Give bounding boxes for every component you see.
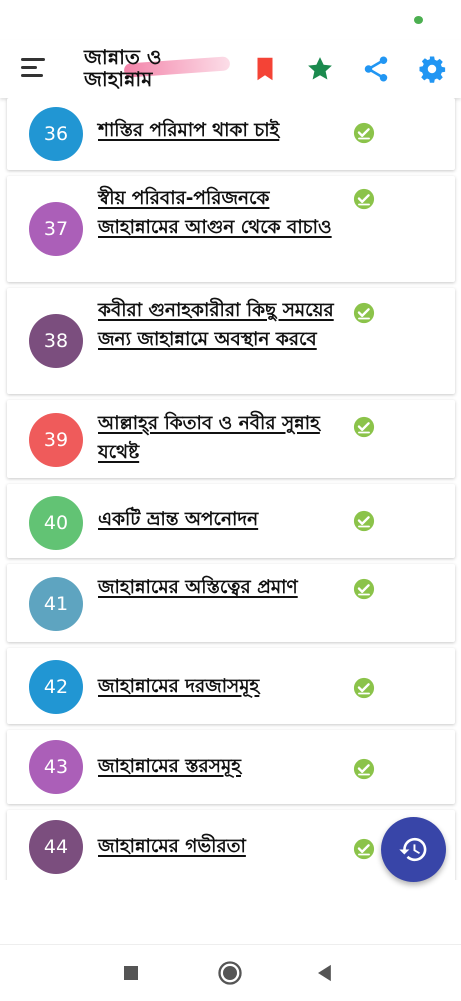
chapter-list-item[interactable]: 42 জাহান্নামের দরজাসমূহ xyxy=(7,648,455,724)
chapter-list-item[interactable]: 41 জাহান্নামের অস্তিত্বের প্রমাণ xyxy=(7,564,455,642)
read-check-icon xyxy=(353,122,375,144)
status-bar xyxy=(0,0,461,40)
chapter-number-badge: 37 xyxy=(29,202,83,256)
read-check-icon xyxy=(353,758,375,780)
home-circle-icon[interactable] xyxy=(216,959,244,987)
read-check-icon xyxy=(353,838,375,860)
chapter-number-badge: 40 xyxy=(29,496,83,550)
recents-square-icon[interactable] xyxy=(117,959,145,987)
chapter-list: 36 শাস্তির পরিমাপ থাকা চাই 37 স্বীয় পরিবার… xyxy=(0,98,461,880)
share-icon[interactable] xyxy=(361,54,391,84)
chapter-title-link[interactable]: একটি ভ্রান্ত অপনোদন xyxy=(98,505,338,534)
read-check-icon xyxy=(353,302,375,324)
history-icon xyxy=(399,837,427,862)
chapter-number-badge: 39 xyxy=(29,413,83,467)
notification-dot-icon xyxy=(414,16,423,24)
app-logo: জান্নাত ও জাহান্নাম xyxy=(84,44,234,94)
chapter-number-badge: 41 xyxy=(29,577,83,631)
app-title-line1: জান্নাত ও xyxy=(84,45,162,69)
read-check-icon xyxy=(353,578,375,600)
back-triangle-icon[interactable] xyxy=(311,959,339,987)
chapter-number-badge: 43 xyxy=(29,740,83,794)
chapter-list-item[interactable]: 37 স্বীয় পরিবার-পরিজনকে জাহান্নামের আগুন… xyxy=(7,176,455,282)
chapter-list-item[interactable]: 40 একটি ভ্রান্ত অপনোদন xyxy=(7,484,455,558)
settings-gear-icon[interactable] xyxy=(417,54,447,84)
chapter-number-badge: 38 xyxy=(29,314,83,368)
read-check-icon xyxy=(353,677,375,699)
chapter-list-item[interactable]: 38 কবীরা গুনাহকারীরা কিছু সময়ের জন্য জাহ… xyxy=(7,288,455,394)
chapter-title-link[interactable]: শাস্তির পরিমাপ থাকা চাই xyxy=(98,116,338,145)
bookmark-icon[interactable] xyxy=(250,54,280,84)
app-bar: জান্নাত ও জাহান্নাম xyxy=(0,40,461,98)
menu-icon[interactable] xyxy=(18,54,48,82)
chapter-list-item[interactable]: 39 আল্লাহ্‌র কিতাব ও নবীর সুন্নাহ যথেষ্ট xyxy=(7,400,455,478)
chapter-title-link[interactable]: কবীরা গুনাহকারীরা কিছু সময়ের জন্য জাহান… xyxy=(98,296,338,354)
chapter-number-badge: 42 xyxy=(29,660,83,714)
chapter-title-link[interactable]: জাহান্নামের দরজাসমূহ xyxy=(98,672,338,701)
read-check-icon xyxy=(353,510,375,532)
star-icon[interactable] xyxy=(305,54,335,84)
chapter-title-link[interactable]: জাহান্নামের গভীরতা xyxy=(98,832,338,861)
history-fab[interactable] xyxy=(381,817,446,882)
read-check-icon xyxy=(353,416,375,438)
chapter-list-item[interactable]: 43 জাহান্নামের স্তরসমূহ xyxy=(7,730,455,804)
chapter-title-link[interactable]: জাহান্নামের অস্তিত্বের প্রমাণ xyxy=(98,573,338,602)
chapter-number-badge: 36 xyxy=(29,107,83,161)
app-title-line2: জাহান্নাম xyxy=(84,67,153,91)
chapter-number-badge: 44 xyxy=(29,820,83,874)
read-check-icon xyxy=(353,188,375,210)
chapter-title-link[interactable]: জাহান্নামের স্তরসমূহ xyxy=(98,752,338,781)
chapter-title-link[interactable]: আল্লাহ্‌র কিতাব ও নবীর সুন্নাহ যথেষ্ট xyxy=(98,409,338,467)
system-nav-bar xyxy=(0,944,461,1001)
chapter-list-item[interactable]: 36 শাস্তির পরিমাপ থাকা চাই xyxy=(7,98,455,170)
chapter-title-link[interactable]: স্বীয় পরিবার-পরিজনকে জাহান্নামের আগুন থ… xyxy=(98,184,338,242)
